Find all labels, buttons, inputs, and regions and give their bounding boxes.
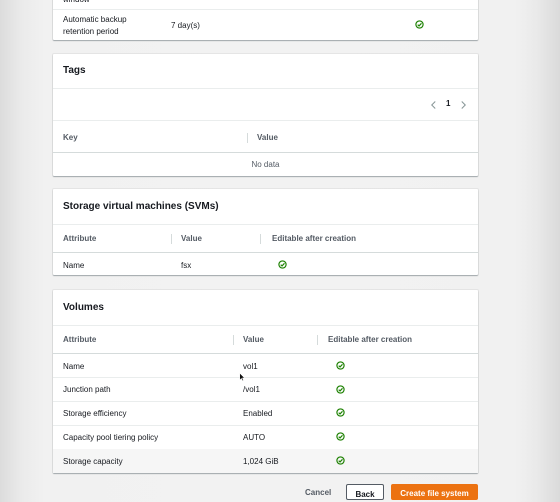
retention-value: 7 day(s) <box>171 21 200 30</box>
retention-label-line2: retention period <box>63 27 119 36</box>
column-divider <box>260 234 261 244</box>
column-divider <box>171 234 172 244</box>
attribute-cell: Storage efficiency <box>63 409 127 418</box>
pagination: 1 <box>427 99 472 111</box>
chevron-right-icon[interactable] <box>460 100 467 110</box>
check-circle-icon <box>278 260 287 269</box>
check-circle-icon <box>336 361 345 370</box>
divider <box>53 9 478 10</box>
column-divider <box>317 335 318 345</box>
svms-title: Storage virtual machines (SVMs) <box>63 201 219 212</box>
svms-panel: Storage virtual machines (SVMs) Attribut… <box>53 189 478 275</box>
attribute-cell: Capacity pool tiering policy <box>63 433 159 442</box>
volumes-title: Volumes <box>63 302 104 313</box>
column-header-value: Value <box>243 335 264 344</box>
column-header-attribute: Attribute <box>63 335 97 344</box>
check-circle-icon <box>336 385 345 394</box>
mouse-cursor-icon <box>239 372 245 382</box>
value-cell: /vol1 <box>243 385 260 394</box>
column-divider <box>233 335 234 345</box>
column-divider <box>247 133 248 143</box>
column-header-editable: Editable after creation <box>328 335 413 344</box>
attribute-cell: Storage capacity <box>63 457 123 466</box>
value-cell: fsx <box>181 261 192 270</box>
check-circle-icon <box>336 432 345 441</box>
cut-off-label: window <box>63 0 90 4</box>
retention-label-line1: Automatic backup <box>63 15 127 24</box>
back-button[interactable]: Back <box>346 484 384 500</box>
create-file-system-button[interactable]: Create file system <box>391 484 478 500</box>
divider <box>53 353 478 354</box>
check-circle-icon <box>415 20 424 29</box>
divider <box>53 377 478 378</box>
value-cell: vol1 <box>243 362 258 371</box>
value-cell: 1,024 GiB <box>243 457 279 466</box>
attribute-cell: Name <box>63 362 85 371</box>
page-number[interactable]: 1 <box>446 99 450 108</box>
value-cell: AUTO <box>243 433 266 442</box>
check-circle-icon <box>336 456 345 465</box>
divider <box>53 325 478 326</box>
tags-title: Tags <box>63 65 86 76</box>
divider <box>53 252 478 253</box>
attribute-cell: Name <box>63 261 85 270</box>
column-header-value: Value <box>181 234 202 243</box>
divider <box>53 120 478 121</box>
column-header-attribute: Attribute <box>63 234 97 243</box>
column-header-key: Key <box>63 133 78 142</box>
divider <box>53 224 478 225</box>
attribute-cell: Junction path <box>63 385 111 394</box>
column-header-value: Value <box>257 133 278 142</box>
divider <box>53 88 478 89</box>
check-circle-icon <box>336 408 345 417</box>
divider <box>53 425 478 426</box>
divider <box>53 401 478 402</box>
column-header-editable: Editable after creation <box>272 234 357 243</box>
empty-state-text: No data <box>251 160 280 169</box>
divider <box>53 152 478 153</box>
tags-panel: Tags 1 Key Value No data <box>53 54 478 176</box>
backup-settings-panel: window Automatic backup retention period… <box>53 0 478 40</box>
volumes-panel: Volumes Attribute Value Editable after c… <box>53 290 478 473</box>
value-cell: Enabled <box>243 409 273 418</box>
chevron-left-icon[interactable] <box>430 100 437 110</box>
